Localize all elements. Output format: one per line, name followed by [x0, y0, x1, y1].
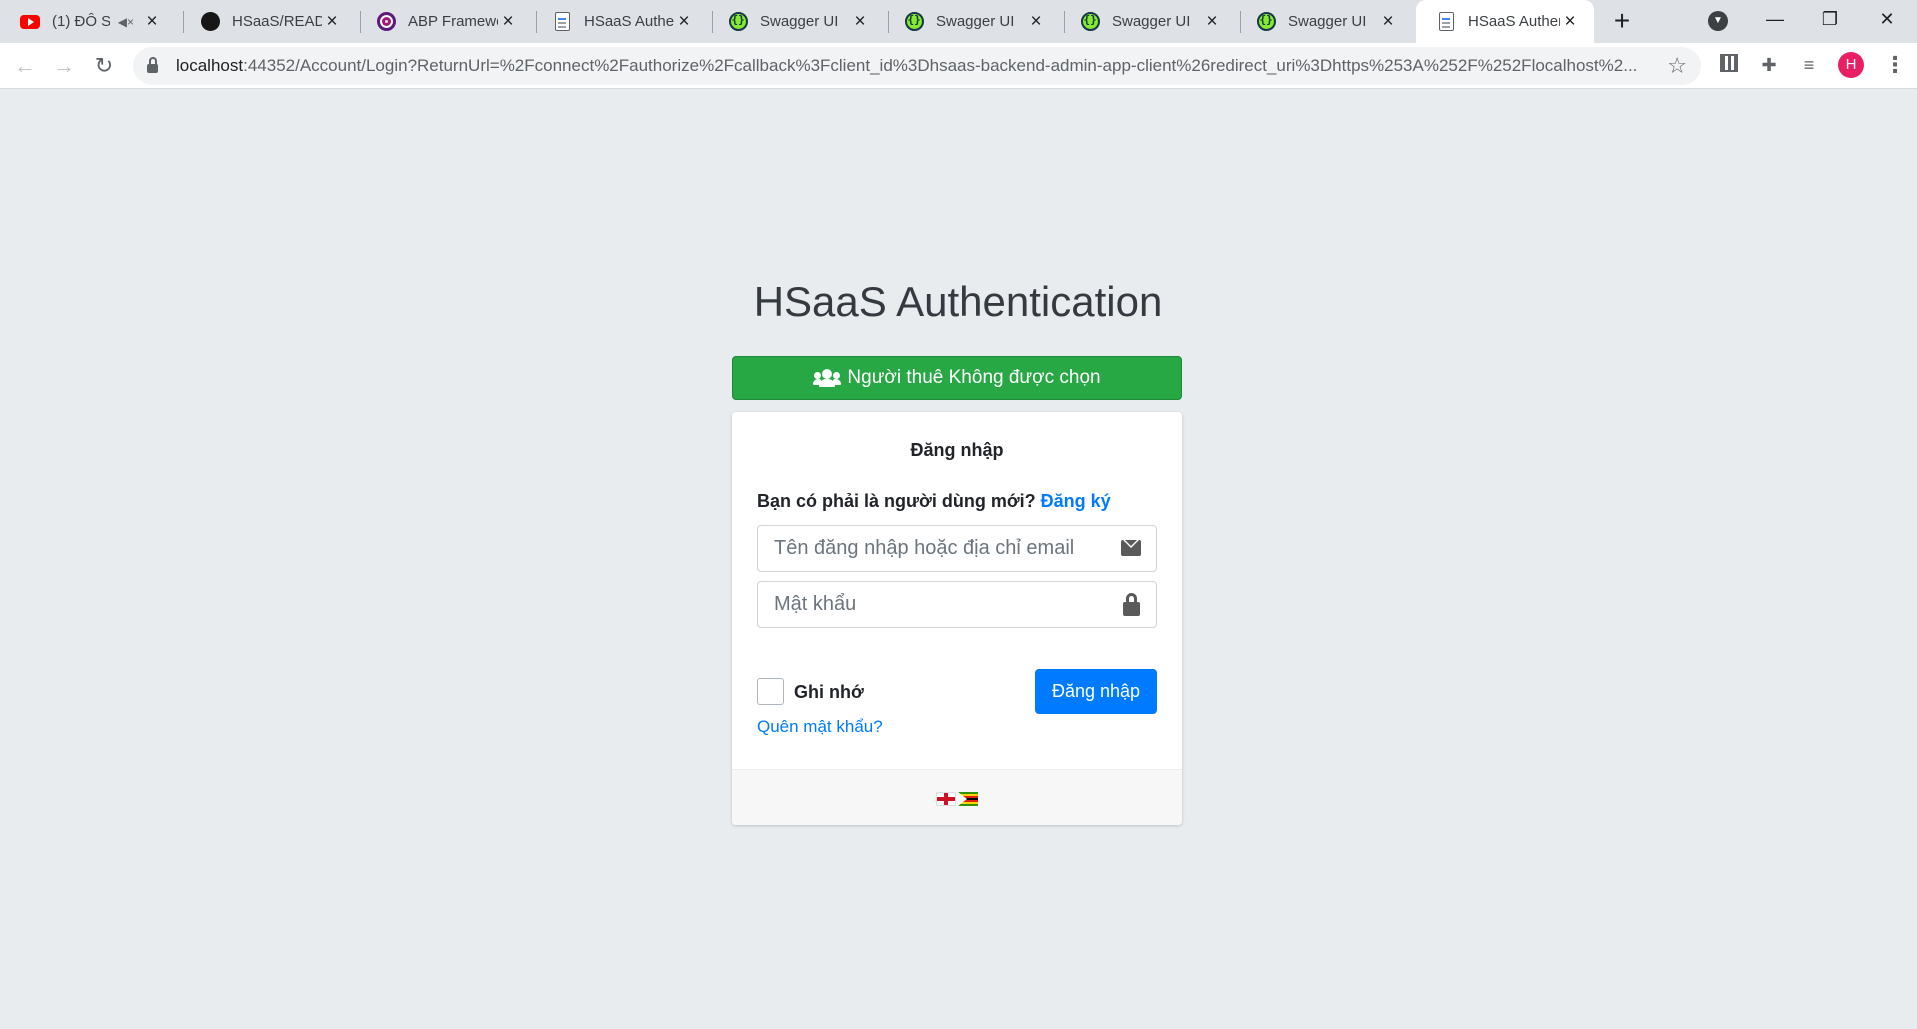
close-icon[interactable]: × [1560, 11, 1580, 32]
browser-tab-swagger[interactable]: Swagger UI × [1060, 0, 1236, 43]
close-icon[interactable]: × [1202, 11, 1222, 32]
restore-button[interactable]: ❐ [1800, 0, 1860, 40]
tab-title: HSaaS/READM [232, 13, 322, 30]
tab-search-icon[interactable]: ▼ [1708, 11, 1728, 31]
language-footer [732, 769, 1182, 825]
browser-toolbar: ← → ↻ localhost:44352/Account/Login?Retu… [0, 43, 1917, 89]
browser-tab-hsaas-auth[interactable]: HSaaS Authen × [532, 0, 708, 43]
tab-title: Swagger UI [1112, 13, 1191, 30]
login-card-title: Đăng nhập [910, 440, 1004, 460]
document-icon [552, 12, 572, 32]
tenant-button-label: Người thuê Không được chọn [847, 367, 1101, 388]
register-link[interactable]: Đăng ký [1041, 491, 1111, 511]
browser-tab-abp[interactable]: ABP Framewor × [356, 0, 532, 43]
lock-icon[interactable] [147, 57, 158, 73]
new-tab-button[interactable]: + [1607, 6, 1637, 36]
close-icon[interactable]: × [322, 11, 342, 32]
url-host: localhost [176, 56, 244, 75]
tab-title: HSaaS Authen [584, 13, 674, 30]
browser-tab-strip: (1) ĐÔ SÀ ◀× × HSaaS/READM × ABP Framewo… [0, 0, 1917, 43]
tab-title: ABP Framewor [408, 13, 498, 30]
document-icon [1436, 12, 1456, 32]
browser-tab-hsaas-auth-active[interactable]: HSaaS Authen × [1416, 0, 1594, 43]
tab-title: HSaaS Authen [1468, 13, 1560, 30]
forward-arrow-icon[interactable]: → [49, 51, 79, 81]
new-user-question: Bạn có phải là người dùng mới? [757, 491, 1036, 511]
reading-list-icon[interactable]: ≡ [1798, 54, 1820, 76]
swagger-icon [728, 12, 748, 32]
speaker-muted-icon[interactable]: ◀× [118, 15, 134, 29]
browser-tab-swagger[interactable]: Swagger UI × [884, 0, 1060, 43]
browser-tab-github[interactable]: HSaaS/READM × [180, 0, 356, 43]
browser-tab-swagger[interactable]: Swagger UI × [708, 0, 884, 43]
url-path: :44352/Account/Login?ReturnUrl=%2Fconnec… [243, 56, 1638, 75]
login-button[interactable]: Đăng nhập [1035, 669, 1157, 714]
close-icon[interactable]: × [498, 11, 518, 32]
url-text[interactable]: localhost:44352/Account/Login?ReturnUrl=… [176, 56, 1656, 76]
tab-title: Swagger UI [936, 13, 1015, 30]
close-icon[interactable]: × [674, 11, 694, 32]
zimbabwe-flag-icon[interactable] [958, 792, 978, 806]
username-input[interactable] [774, 537, 1114, 560]
swagger-icon [904, 12, 924, 32]
swagger-icon [1256, 12, 1276, 32]
close-icon[interactable]: × [850, 11, 870, 32]
password-field[interactable] [757, 581, 1157, 628]
password-input[interactable] [774, 593, 1114, 616]
bookmark-star-icon[interactable]: ☆ [1667, 53, 1687, 79]
tab-title: Swagger UI [1288, 13, 1367, 30]
browser-tab-youtube[interactable]: (1) ĐÔ SÀ ◀× × [0, 0, 176, 43]
browser-menu-icon[interactable]: ⋮ [1884, 48, 1906, 82]
extensions-puzzle-icon[interactable]: ✚ [1758, 54, 1780, 76]
english-flag-icon[interactable] [936, 792, 956, 806]
profile-avatar[interactable]: H [1838, 52, 1864, 78]
close-icon[interactable]: × [1378, 11, 1398, 32]
close-icon[interactable]: × [142, 11, 162, 32]
login-card: Đăng nhập Bạn có phải là người dùng mới?… [732, 412, 1182, 825]
users-icon [813, 369, 842, 387]
reload-icon[interactable]: ↻ [89, 51, 119, 81]
minimize-button[interactable]: — [1745, 0, 1805, 40]
tenant-switch-button[interactable]: Người thuê Không được chọn [732, 356, 1182, 400]
forgot-password-link[interactable]: Quên mật khẩu? [757, 717, 883, 737]
browser-tab-swagger[interactable]: Swagger UI × [1236, 0, 1412, 43]
username-field[interactable] [757, 525, 1157, 572]
remember-me-checkbox[interactable] [757, 678, 784, 705]
abp-icon [376, 12, 396, 32]
qr-code-icon[interactable] [1720, 54, 1738, 72]
back-arrow-icon[interactable]: ← [10, 51, 40, 81]
tab-title: (1) ĐÔ SÀ [52, 13, 110, 30]
envelope-icon [1121, 540, 1141, 556]
close-icon[interactable]: × [1026, 11, 1046, 32]
address-bar[interactable]: localhost:44352/Account/Login?ReturnUrl=… [133, 47, 1701, 85]
swagger-icon [1080, 12, 1100, 32]
tab-title: Swagger UI [760, 13, 839, 30]
youtube-icon [20, 12, 40, 32]
remember-me-label[interactable]: Ghi nhớ [794, 682, 864, 703]
new-user-prompt: Bạn có phải là người dùng mới? Đăng ký [757, 491, 1111, 512]
window-close-button[interactable]: ✕ [1857, 0, 1917, 40]
github-icon [200, 12, 220, 32]
page-title: HSaaS Authentication [753, 278, 1163, 325]
lock-icon [1123, 593, 1140, 616]
